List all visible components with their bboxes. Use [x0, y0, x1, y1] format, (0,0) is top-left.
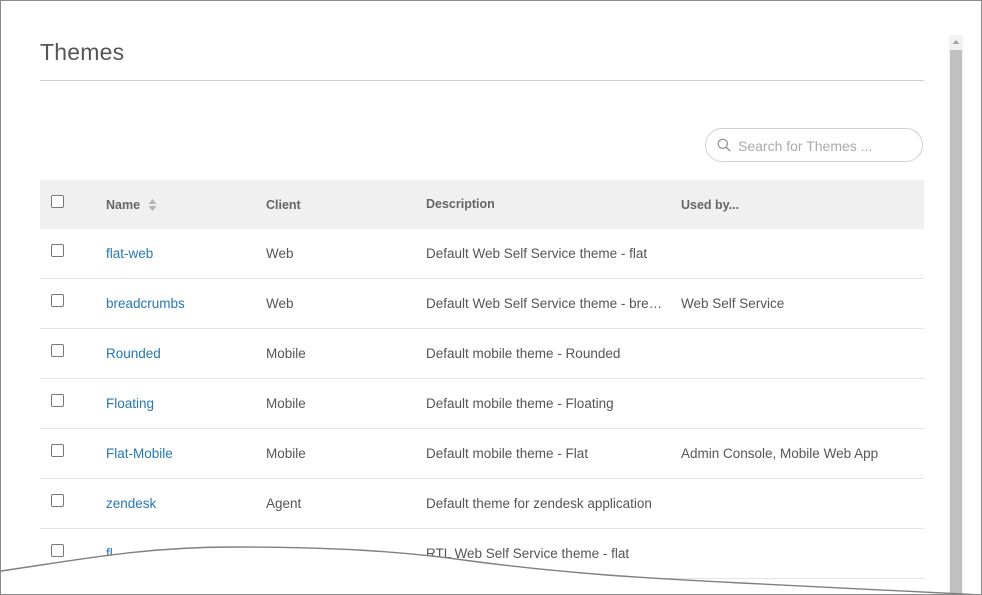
table-row: breadcrumbs Web Default Web Self Service… — [40, 279, 924, 329]
torn-edge — [1, 546, 978, 594]
theme-description: Default mobile theme - Floating — [426, 396, 614, 411]
theme-description: Default mobile theme - Rounded — [426, 346, 621, 361]
row-checkbox[interactable] — [51, 344, 64, 357]
themes-table: Name Client Description Used by... flat-… — [40, 180, 924, 579]
theme-client: Mobile — [266, 396, 306, 411]
theme-client: Web — [266, 296, 294, 311]
theme-used-by: Web Self Service — [681, 296, 785, 311]
scroll-up-arrow-icon[interactable] — [949, 35, 963, 49]
theme-description: Default Web Self Service theme - breadcr… — [426, 296, 664, 311]
row-checkbox[interactable] — [51, 444, 64, 457]
search-input[interactable] — [736, 135, 920, 157]
theme-name-link[interactable]: breadcrumbs — [106, 296, 185, 311]
theme-description: Default mobile theme - Flat — [426, 446, 589, 461]
column-header-name[interactable]: Name — [106, 180, 256, 229]
scrollbar-thumb[interactable] — [950, 50, 962, 594]
row-checkbox[interactable] — [51, 394, 64, 407]
theme-name-link[interactable]: Floating — [106, 396, 154, 411]
column-header-client: Client — [266, 197, 301, 212]
page-title: Themes — [40, 39, 125, 65]
search-icon — [717, 138, 731, 152]
theme-name-link[interactable]: flat-web — [106, 246, 153, 261]
table-row: flat-web Web Default Web Self Service th… — [40, 229, 924, 279]
title-divider — [40, 80, 924, 81]
column-header-description: Description — [426, 197, 495, 211]
theme-client: Mobile — [266, 346, 306, 361]
theme-used-by — [681, 229, 921, 278]
theme-used-by: Admin Console, Mobile Web App — [681, 446, 879, 461]
theme-description: Default Web Self Service theme - flat — [426, 246, 648, 261]
theme-used-by — [681, 329, 921, 378]
row-checkbox[interactable] — [51, 244, 64, 257]
theme-used-by — [681, 479, 921, 528]
search-box[interactable] — [705, 128, 923, 162]
theme-used-by — [681, 379, 921, 428]
themes-window: Themes Name Client Description Used by..… — [0, 0, 982, 595]
select-all-checkbox[interactable] — [51, 195, 64, 208]
theme-client: Mobile — [266, 446, 306, 461]
theme-name-link[interactable]: Rounded — [106, 346, 161, 361]
table-row: Flat-Mobile Mobile Default mobile theme … — [40, 429, 924, 479]
theme-description: Default theme for zendesk application — [426, 496, 652, 511]
theme-client: Agent — [266, 496, 302, 511]
table-header: Name Client Description Used by... — [40, 180, 924, 229]
row-checkbox[interactable] — [51, 494, 64, 507]
theme-name-link[interactable]: zendesk — [106, 496, 156, 511]
table-row: Rounded Mobile Default mobile theme - Ro… — [40, 329, 924, 379]
table-row: zendesk Agent Default theme for zendesk … — [40, 479, 924, 529]
row-checkbox[interactable] — [51, 294, 64, 307]
vertical-scrollbar[interactable] — [949, 35, 963, 594]
theme-client: Web — [266, 246, 294, 261]
theme-name-link[interactable]: Flat-Mobile — [106, 446, 173, 461]
column-header-used-by: Used by... — [681, 197, 740, 212]
table-row: Floating Mobile Default mobile theme - F… — [40, 379, 924, 429]
sort-icon[interactable] — [148, 198, 157, 212]
